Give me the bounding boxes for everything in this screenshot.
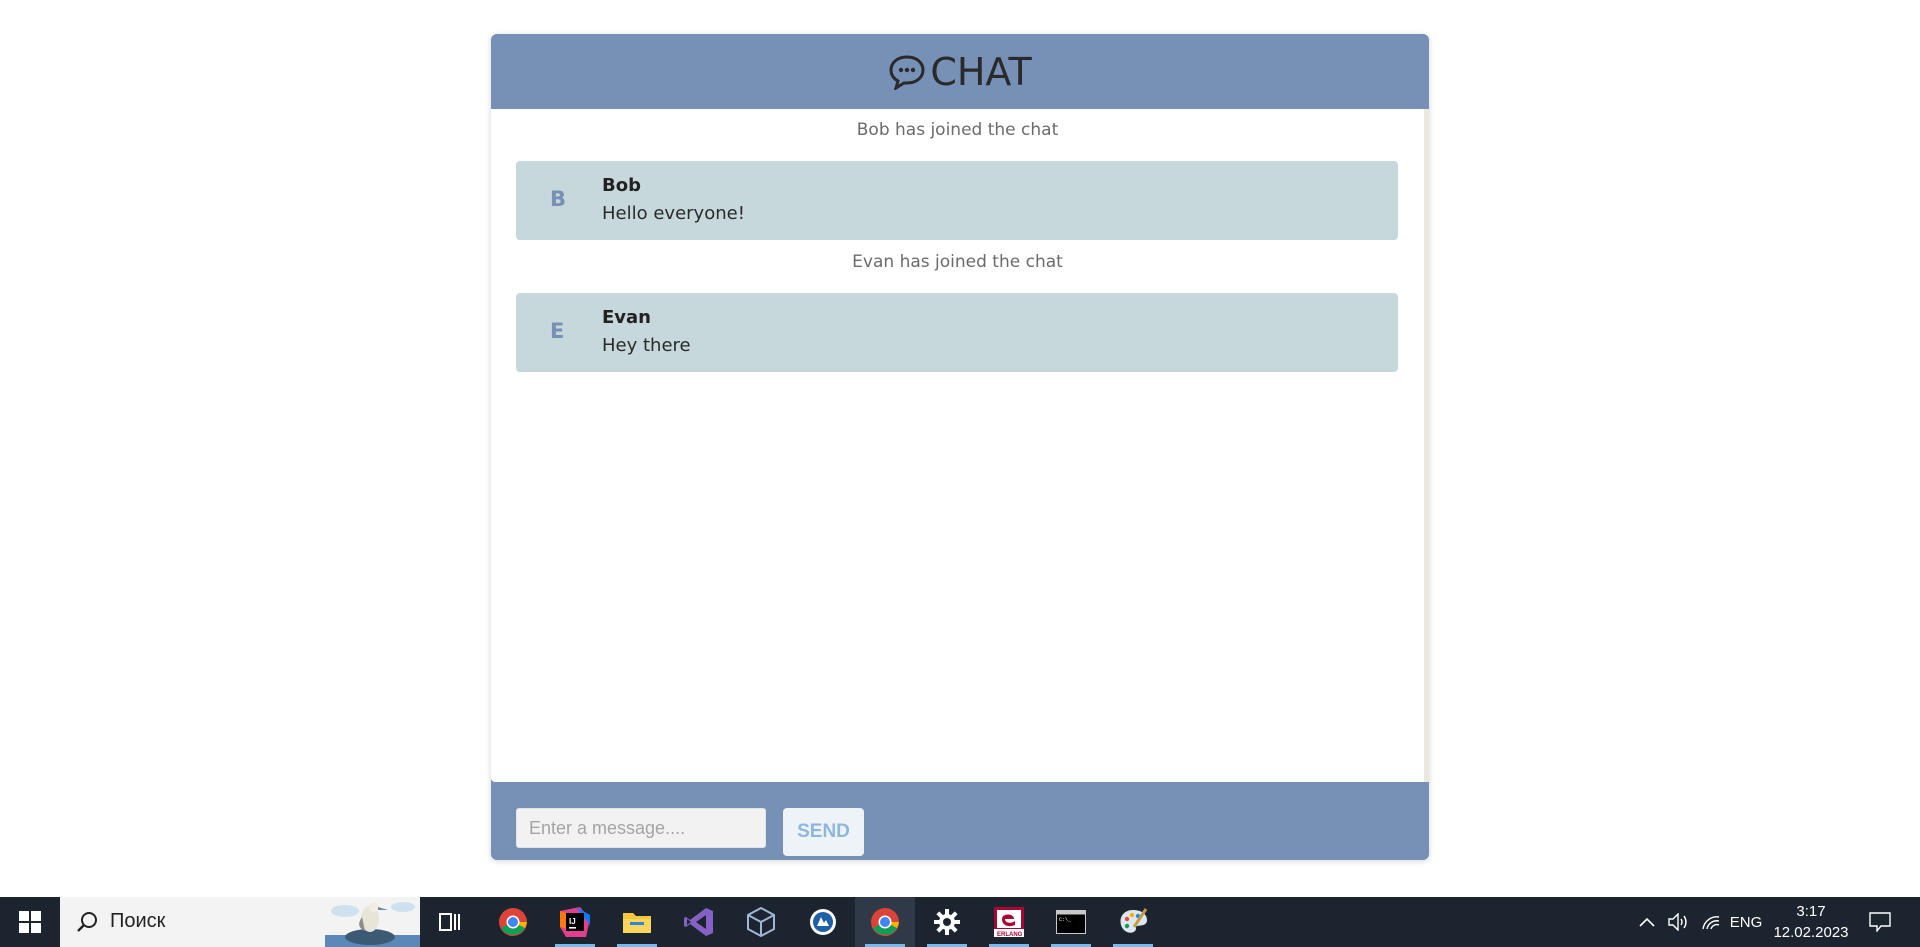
- network-button[interactable]: [1696, 897, 1726, 947]
- chevron-up-icon: [1639, 917, 1655, 927]
- svg-text:ERLANG: ERLANG: [997, 932, 1023, 937]
- chrome-icon: [499, 908, 527, 936]
- app-blue-icon: [810, 909, 836, 935]
- language-indicator[interactable]: ENG: [1728, 897, 1764, 947]
- taskbar-app-paint[interactable]: [1103, 897, 1163, 947]
- chat-message: E Evan Hey there: [516, 293, 1398, 372]
- speech-bubble-icon: [889, 54, 925, 90]
- taskbar-app-chrome-active[interactable]: [855, 897, 915, 947]
- message-composer: SEND: [491, 782, 1429, 860]
- notifications-button[interactable]: [1860, 897, 1900, 947]
- paint-icon: [1120, 908, 1148, 933]
- start-button[interactable]: [0, 897, 60, 947]
- bird-illustration-icon: [325, 902, 420, 947]
- task-view-icon: [439, 913, 460, 931]
- avatar: B: [550, 187, 567, 211]
- taskbar: Поиск IJ ERLANG C:\_ ENG 3:17 12.02.2023: [0, 897, 1920, 947]
- message-list[interactable]: Bob has joined the chat B Bob Hello ever…: [491, 109, 1429, 782]
- taskbar-app-chrome[interactable]: [483, 897, 543, 947]
- message-input[interactable]: [516, 808, 766, 848]
- wifi-icon: [1702, 916, 1720, 930]
- chrome-active-icon: [871, 908, 899, 936]
- system-message: Bob has joined the chat: [856, 120, 1059, 140]
- taskbar-app-intellij[interactable]: IJ: [545, 897, 605, 947]
- windows-logo-icon: [19, 911, 41, 933]
- taskbar-app-file-explorer[interactable]: [607, 897, 667, 947]
- taskbar-app-settings[interactable]: [917, 897, 977, 947]
- send-button[interactable]: SEND: [783, 808, 864, 856]
- svg-text:IJ: IJ: [569, 917, 576, 926]
- show-hidden-icons-button[interactable]: [1632, 897, 1662, 947]
- notification-icon: [1869, 912, 1891, 932]
- message-author: Bob: [602, 175, 641, 196]
- clock-date: 12.02.2023: [1773, 924, 1849, 941]
- visual-studio-icon: [684, 908, 713, 936]
- intellij-idea-icon: IJ: [560, 907, 590, 937]
- volume-button[interactable]: [1664, 897, 1694, 947]
- message-text: Hey there: [602, 335, 691, 356]
- file-explorer-icon: [623, 913, 651, 933]
- speaker-icon: [1668, 913, 1687, 931]
- chat-logo: CHAT: [888, 49, 1032, 94]
- chat-logo-text: CHAT: [930, 49, 1032, 94]
- avatar: E: [550, 319, 565, 343]
- virtualbox-icon: [747, 907, 775, 937]
- taskbar-search[interactable]: Поиск: [60, 897, 420, 947]
- search-label: Поиск: [110, 910, 166, 932]
- message-author: Evan: [602, 307, 651, 328]
- task-view-button[interactable]: [420, 897, 480, 947]
- taskbar-app-blue[interactable]: [793, 897, 853, 947]
- settings-gear-icon: [934, 909, 960, 935]
- taskbar-app-erlang[interactable]: ERLANG: [979, 897, 1039, 947]
- taskbar-app-virtualbox[interactable]: [731, 897, 791, 947]
- language-label: ENG: [1729, 913, 1763, 931]
- taskbar-app-terminal[interactable]: C:\_: [1041, 897, 1101, 947]
- terminal-icon: C:\_: [1056, 910, 1086, 934]
- erlang-icon: ERLANG: [994, 907, 1024, 937]
- clock-time: 3:17: [1796, 903, 1826, 920]
- chat-header: CHAT: [491, 34, 1429, 109]
- chat-message: B Bob Hello everyone!: [516, 161, 1398, 240]
- message-text: Hello everyone!: [602, 203, 745, 224]
- system-message: Evan has joined the chat: [852, 252, 1063, 272]
- search-icon: [77, 912, 97, 932]
- chat-window: CHAT Bob has joined the chat B Bob Hello…: [491, 34, 1429, 860]
- svg-text:C:\_: C:\_: [1059, 917, 1072, 923]
- clock[interactable]: 3:17 12.02.2023: [1765, 901, 1857, 943]
- taskbar-app-visual-studio[interactable]: [669, 897, 729, 947]
